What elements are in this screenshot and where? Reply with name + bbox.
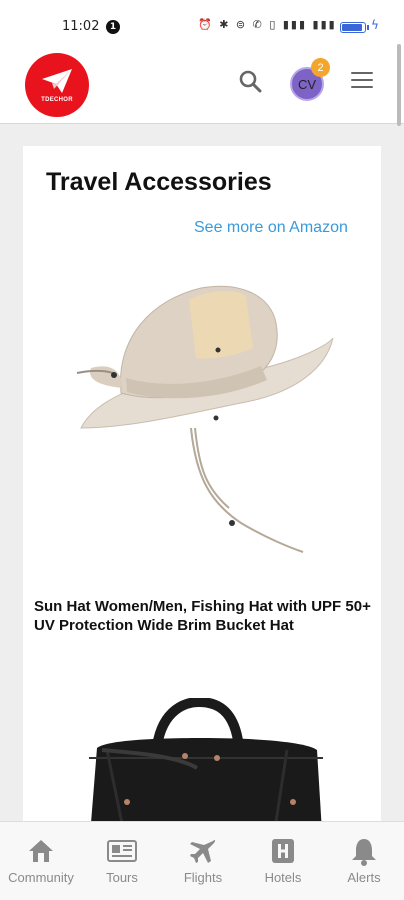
menu-line xyxy=(351,72,373,74)
nav-label: Flights xyxy=(183,870,223,885)
bucket-hat-image[interactable] xyxy=(71,278,341,578)
logo-text: TDECHOR xyxy=(41,97,73,103)
menu-line xyxy=(351,79,373,81)
search-icon xyxy=(239,70,262,93)
avatar-notification-badge: 2 xyxy=(311,58,330,77)
nav-item-hotels[interactable]: Hotels xyxy=(243,836,323,885)
see-more-amazon-link[interactable]: See more on Amazon xyxy=(194,219,348,237)
nav-label: Alerts xyxy=(347,870,381,885)
airplane-icon xyxy=(190,839,216,863)
nav-item-tours[interactable]: Tours xyxy=(82,836,162,885)
nav-item-community[interactable]: Community xyxy=(1,836,81,885)
menu-line xyxy=(351,86,373,88)
nav-label: Tours xyxy=(106,870,138,885)
status-bar: 11:02 1 ⏰ ✱ ⊜ ✆ ▯ ▮▮▮ ▮▮▮ ϟ xyxy=(0,0,404,40)
travel-accessories-card: Travel Accessories See more on Amazon Su… xyxy=(23,146,381,836)
search-button[interactable] xyxy=(238,68,264,96)
card-title: Travel Accessories xyxy=(46,168,272,196)
tours-icon xyxy=(107,840,137,862)
battery-tip xyxy=(367,25,369,30)
nav-label: Community xyxy=(8,870,74,885)
status-time: 11:02 xyxy=(62,19,100,34)
duffel-bag-image[interactable] xyxy=(67,698,337,836)
app-logo[interactable]: TDECHOR xyxy=(25,53,89,117)
hamburger-menu-button[interactable] xyxy=(351,72,373,90)
home-icon xyxy=(29,840,53,862)
nav-label: Hotels xyxy=(264,870,302,885)
status-icons: ⏰ ✱ ⊜ ✆ ▯ ▮▮▮ ▮▮▮ xyxy=(198,18,337,31)
notification-count-badge: 1 xyxy=(106,20,120,34)
product-title[interactable]: Sun Hat Women/Men, Fishing Hat with UPF … xyxy=(34,597,374,635)
nav-item-alerts[interactable]: Alerts xyxy=(324,836,404,885)
nav-item-flights[interactable]: Flights xyxy=(163,836,243,885)
app-header: TDECHOR CV 2 xyxy=(0,40,404,124)
battery-icon xyxy=(340,22,366,33)
avatar-initials: CV xyxy=(297,76,317,92)
charging-bolt-icon: ϟ xyxy=(371,18,379,32)
bell-icon xyxy=(352,839,376,866)
hotel-icon xyxy=(272,839,294,863)
bottom-nav: Community Tours Flights Hotels Alerts xyxy=(0,821,404,900)
paper-plane-icon xyxy=(42,69,72,93)
scrollbar-thumb[interactable] xyxy=(397,44,401,126)
